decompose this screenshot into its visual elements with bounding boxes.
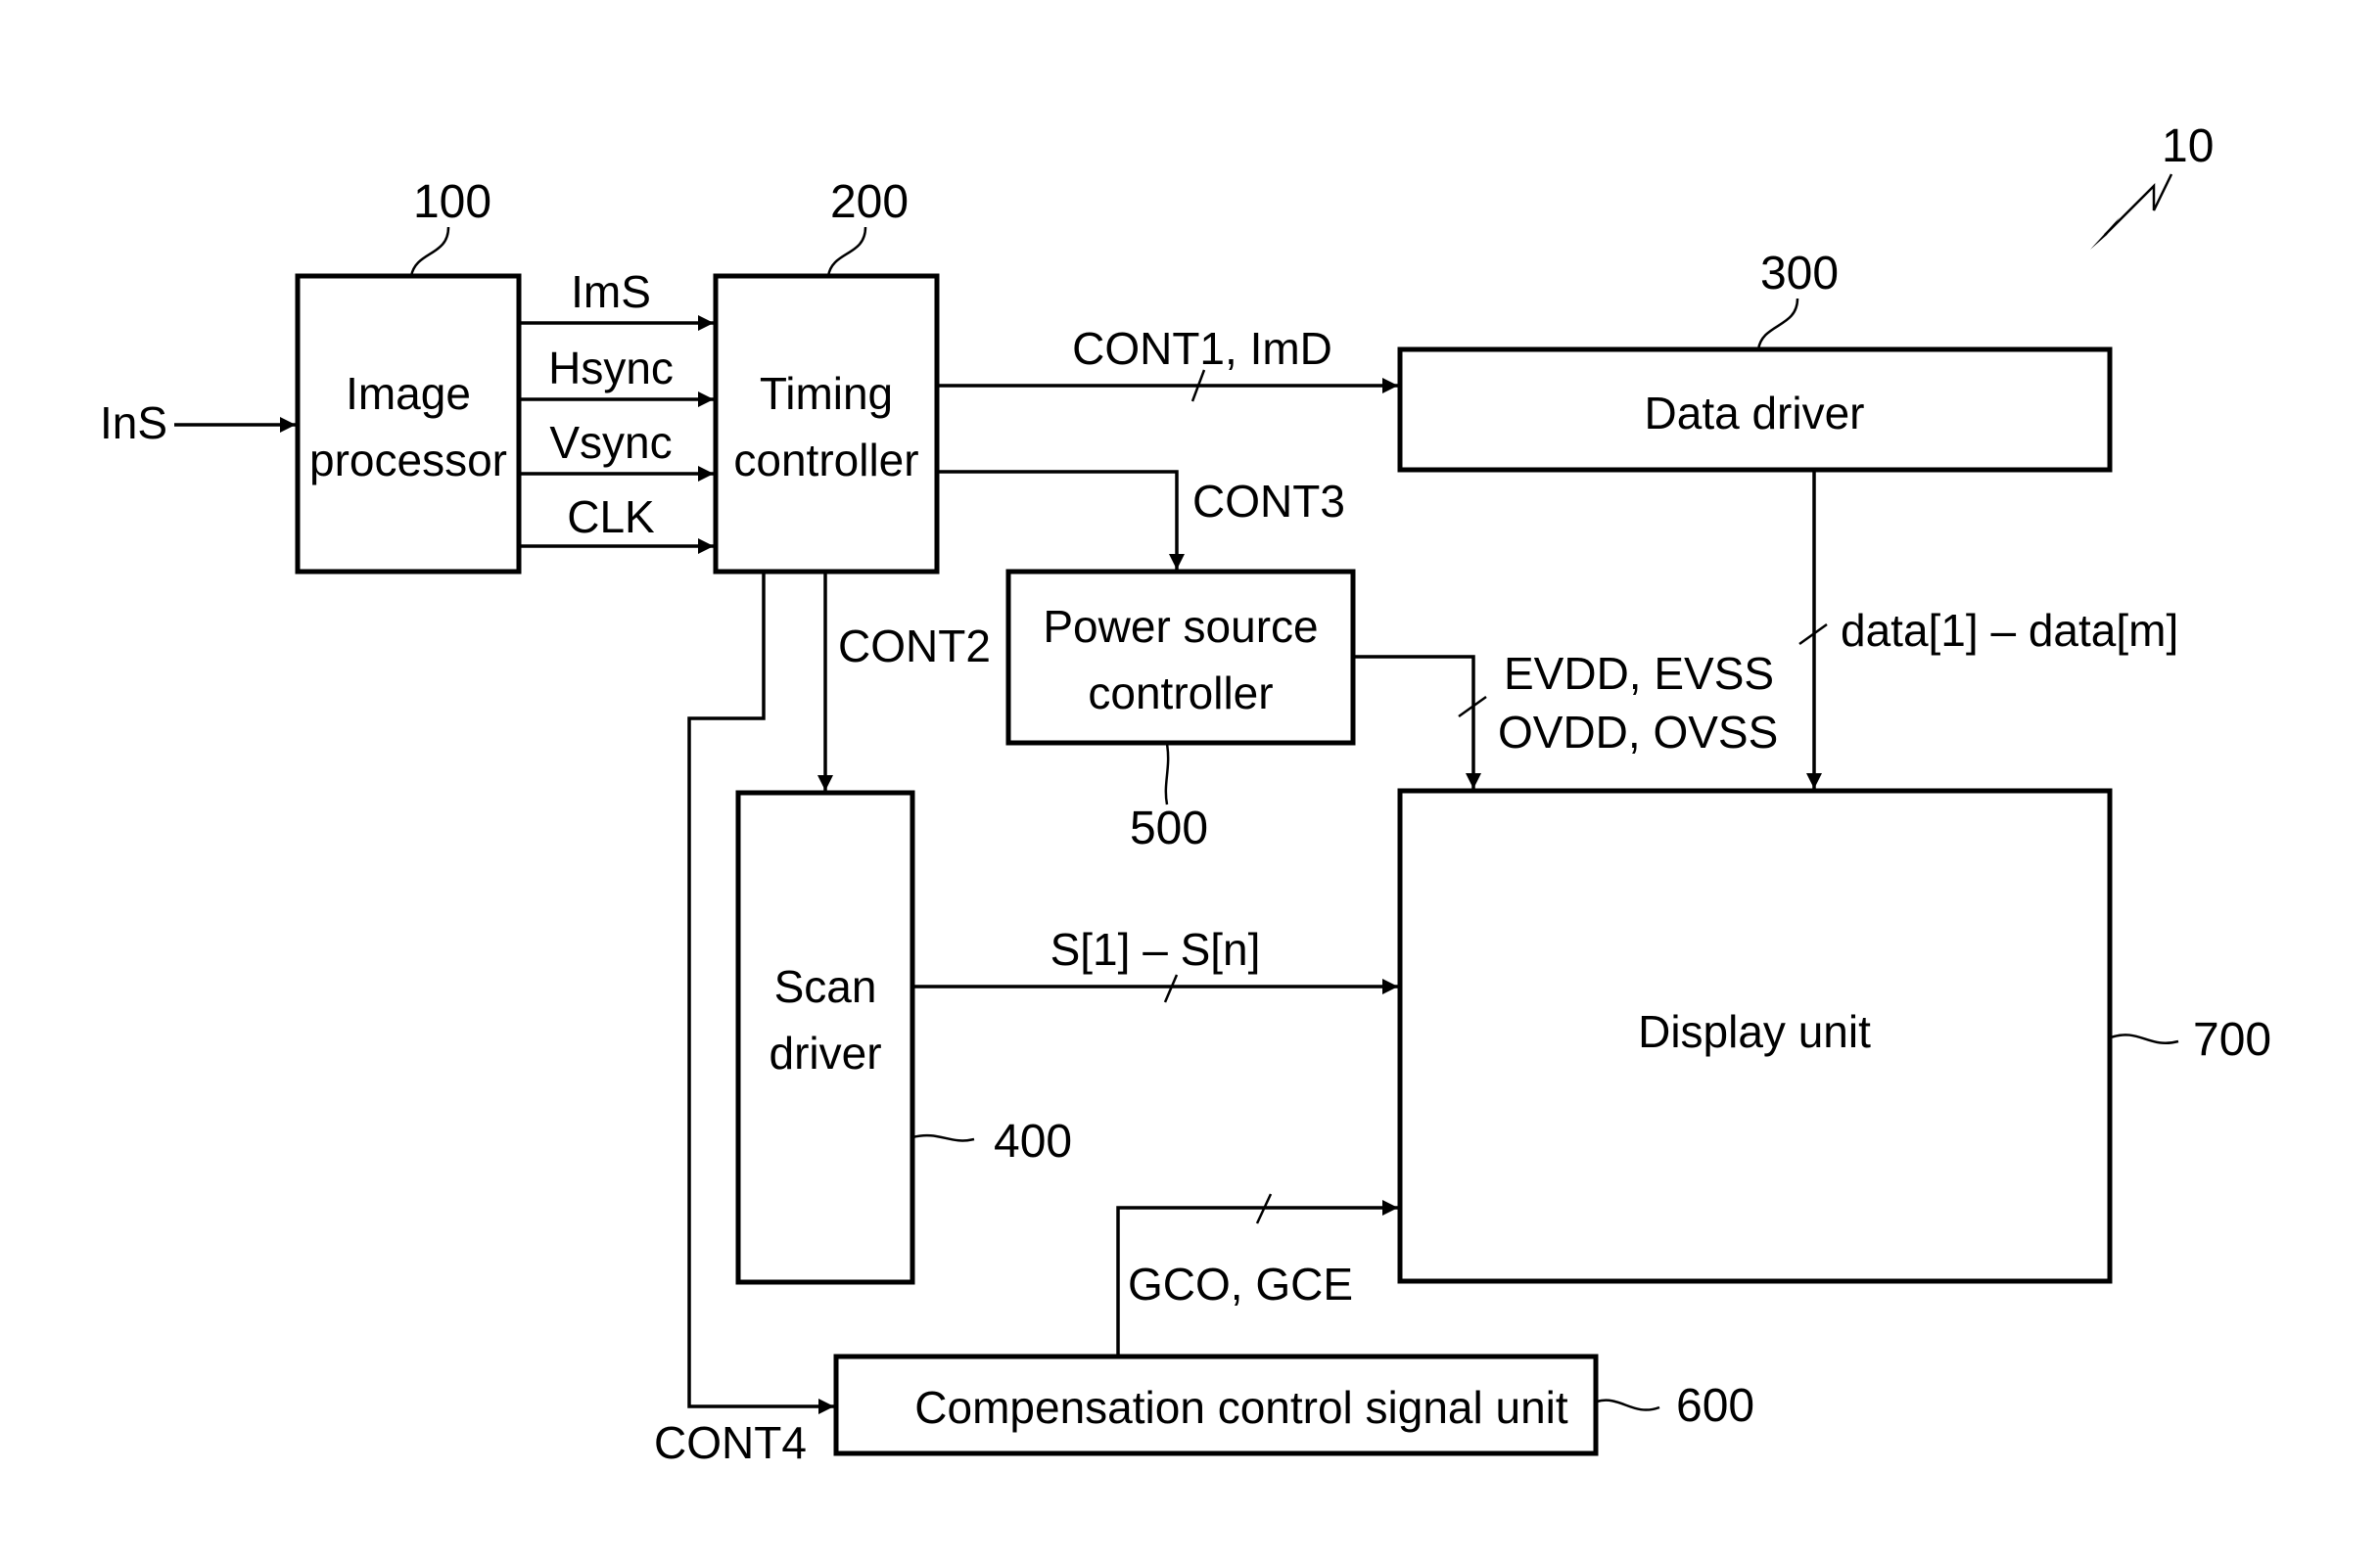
signal-ims-label: ImS: [571, 266, 651, 317]
compensation-control-signal-unit-block: Compensation control signal unit 600: [833, 1354, 1754, 1456]
signal-hsync-label: Hsync: [548, 343, 674, 393]
signal-cont2-label: CONT2: [838, 621, 991, 671]
compensation-label: Compensation control signal unit: [914, 1382, 1568, 1433]
display-unit-block: Display unit 700: [1397, 788, 2271, 1284]
signal-ins-label: InS: [100, 397, 167, 448]
image-processor-label-2: processor: [309, 435, 507, 485]
display-unit-label: Display unit: [1638, 1006, 1871, 1057]
power-source-controller-leader: [1164, 743, 1170, 805]
figure-ref-arrowhead-icon: [2090, 217, 2120, 250]
bus-slash-icon: [1163, 974, 1179, 1003]
scan-driver-block: Scan driver 400: [735, 790, 1072, 1285]
scan-driver-label-2: driver: [769, 1028, 881, 1079]
signal-scan-label: S[1] – S[n]: [1050, 924, 1261, 975]
block-diagram: 10 Image processor 100 InS Timing contro…: [100, 120, 2271, 1468]
figure-ref-10: 10: [2090, 120, 2214, 250]
data-driver-label: Data driver: [1645, 388, 1865, 438]
signal-cont3-label: CONT3: [1192, 476, 1345, 527]
timing-controller-block: Timing controller 200: [713, 176, 940, 575]
data-driver-block: Data driver 300: [1397, 248, 2113, 473]
display-unit-leader: [2110, 1034, 2179, 1044]
compensation-leader: [1596, 1399, 1660, 1411]
signal-clk-label: CLK: [567, 491, 655, 542]
signal-power-label-1: EVDD, EVSS: [1504, 648, 1774, 699]
timing-controller-box: [713, 273, 940, 575]
image-processor-ref: 100: [413, 176, 491, 228]
power-source-controller-ref: 500: [1130, 803, 1208, 854]
data-driver-leader: [1756, 298, 1799, 350]
power-source-controller-label-1: Power source: [1043, 601, 1318, 652]
power-source-controller-label-2: controller: [1088, 667, 1273, 718]
signal-cont4-label: CONT4: [654, 1417, 807, 1468]
signal-cont1-label: CONT1, ImD: [1072, 323, 1332, 374]
scan-driver-label-1: Scan: [774, 961, 877, 1012]
timing-controller-ref: 200: [830, 176, 909, 228]
signal-power-arrow: [1354, 655, 1481, 789]
data-driver-ref: 300: [1760, 248, 1839, 299]
display-unit-ref: 700: [2193, 1014, 2271, 1066]
image-processor-leader: [409, 226, 450, 277]
power-source-controller-block: Power source controller 500: [1005, 569, 1356, 854]
scan-driver-leader: [911, 1133, 975, 1142]
scan-driver-ref: 400: [994, 1116, 1072, 1168]
signal-data-label: data[1] – data[m]: [1841, 605, 2178, 656]
figure-ref-arrow-icon: [2104, 173, 2173, 236]
compensation-ref: 600: [1676, 1380, 1754, 1432]
timing-controller-leader: [826, 226, 867, 277]
signal-vsync-label: Vsync: [549, 417, 672, 468]
timing-controller-label-1: Timing: [760, 368, 893, 419]
image-processor-block: Image processor 100: [295, 176, 522, 575]
figure-ref-label: 10: [2162, 120, 2214, 172]
signal-cont3-arrow: [938, 470, 1185, 570]
signal-power-label-2: OVDD, OVSS: [1498, 707, 1778, 758]
image-processor-label-1: Image: [346, 368, 471, 419]
image-processor-box: [295, 273, 522, 575]
timing-controller-label-2: controller: [733, 435, 918, 485]
signal-comp-label: GCO, GCE: [1128, 1259, 1353, 1310]
